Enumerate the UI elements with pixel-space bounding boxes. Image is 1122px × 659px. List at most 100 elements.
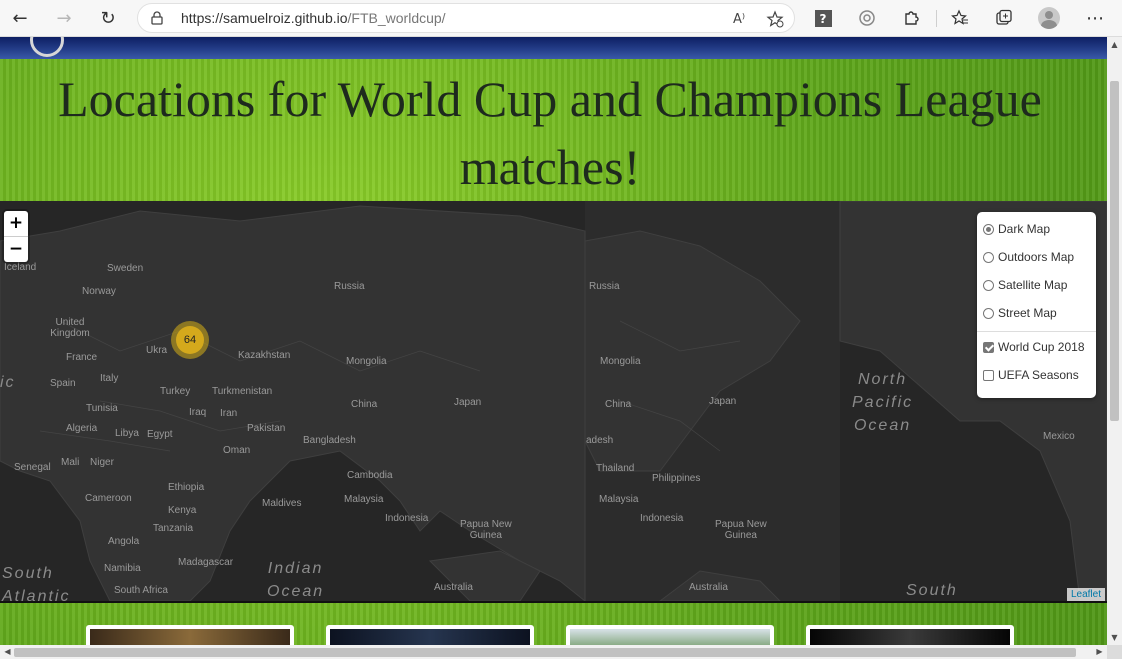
map-label: Mongolia	[346, 356, 387, 367]
ball-image	[30, 37, 64, 57]
map-label: Russia	[334, 281, 365, 292]
card-image	[90, 629, 290, 645]
map-label: Indonesia	[640, 513, 684, 524]
radio-button[interactable]	[983, 307, 994, 319]
map-label: China	[351, 399, 378, 410]
scroll-left-arrow[interactable]: ◀	[0, 645, 15, 659]
map-label: Madagascar	[178, 557, 234, 568]
checkbox[interactable]	[983, 369, 994, 381]
forward-icon[interactable]: →	[49, 4, 79, 32]
scroll-thumb[interactable]	[1110, 81, 1119, 421]
back-icon[interactable]: ←	[5, 4, 35, 32]
map-label: Oman	[223, 445, 251, 456]
map-label: United Kingdom	[50, 317, 90, 339]
favorites-icon[interactable]	[945, 4, 975, 32]
image-card[interactable]	[566, 625, 774, 645]
map-label: Maldives	[262, 498, 302, 509]
vertical-scrollbar[interactable]: ▲ ▼	[1107, 37, 1122, 645]
layer-label: Satellite Map	[998, 278, 1068, 292]
layer-street-map[interactable]: Street Map	[983, 305, 1057, 321]
map-label: France	[66, 352, 98, 363]
layer-label: Dark Map	[998, 222, 1051, 236]
layer-outdoors-map[interactable]: Outdoors Map	[983, 249, 1074, 265]
address-bar[interactable]: https://samuelroiz.github.io/FTB_worldcu…	[137, 3, 795, 33]
map-label: Iceland	[4, 262, 37, 273]
extensions-puzzle-icon[interactable]	[896, 4, 926, 32]
help-extension-icon[interactable]: ?	[808, 4, 838, 32]
radio-button[interactable]	[983, 251, 994, 263]
map-label: Sweden	[107, 263, 144, 274]
extension-circle-icon[interactable]	[852, 4, 882, 32]
map-label: Papua New Guinea	[715, 519, 767, 541]
leaflet-attribution-link[interactable]: Leaflet	[1066, 588, 1105, 601]
image-card[interactable]	[326, 625, 534, 645]
overlay-world-cup-2018[interactable]: World Cup 2018	[983, 339, 1085, 355]
map-label: Namibia	[104, 563, 141, 574]
map-label: Russia	[589, 281, 620, 292]
map-label: Malaysia	[599, 494, 639, 505]
map-label: Papua New Guinea	[460, 519, 512, 541]
lock-icon[interactable]	[151, 11, 163, 25]
zoom-in-button[interactable]: +	[4, 211, 28, 237]
map-label: Algeria	[66, 423, 98, 434]
page-content: Locations for World Cup and Champions Le…	[0, 37, 1107, 645]
ocean-label: North Pacific Ocean	[852, 371, 914, 434]
map-label: Thailand	[596, 463, 635, 474]
overlay-uefa-seasons[interactable]: UEFA Seasons	[983, 367, 1079, 383]
map-label: Ukra	[146, 345, 168, 356]
read-aloud-icon[interactable]: A⁾	[728, 9, 750, 29]
map-label: Egypt	[147, 429, 173, 440]
map-label: Tunisia	[86, 403, 118, 414]
scroll-down-arrow[interactable]: ▼	[1107, 630, 1122, 645]
scroll-right-arrow[interactable]: ▶	[1092, 645, 1107, 659]
collections-icon[interactable]	[989, 4, 1019, 32]
ocean-label: ic	[0, 374, 16, 391]
map-label: Pakistan	[247, 423, 286, 434]
marker-cluster[interactable]: 64	[171, 321, 209, 359]
map-landmass	[0, 201, 1107, 601]
map-label: Italy	[100, 373, 119, 384]
card-image	[570, 629, 770, 645]
image-card[interactable]	[86, 625, 294, 645]
horizontal-scrollbar[interactable]: ◀ ▶	[0, 645, 1107, 659]
url-text[interactable]: https://samuelroiz.github.io/FTB_worldcu…	[181, 10, 446, 26]
radio-button[interactable]	[983, 279, 994, 291]
zoom-control: + −	[4, 211, 28, 262]
profile-avatar[interactable]	[1038, 7, 1060, 29]
checkbox[interactable]	[983, 341, 994, 353]
more-menu-icon[interactable]: ⋯	[1080, 4, 1110, 32]
map-label: Bangladesh	[303, 435, 356, 446]
map-label: Kenya	[168, 505, 197, 516]
page-title: Locations for World Cup and Champions Le…	[58, 71, 1042, 195]
leaflet-map[interactable]: Iceland Sweden Norway United Kingdom Fra…	[0, 201, 1107, 603]
refresh-icon[interactable]: ↻	[93, 4, 123, 32]
browser-toolbar: ← → ↻ https://samuelroiz.github.io/FTB_w…	[0, 0, 1122, 37]
map-label: adesh	[586, 435, 614, 446]
map-label: Iran	[220, 408, 238, 419]
map-label: Cambodia	[347, 470, 393, 481]
map-label: China	[605, 399, 632, 410]
layer-satellite-map[interactable]: Satellite Map	[983, 277, 1067, 293]
image-card[interactable]	[806, 625, 1014, 645]
map-label: Spain	[50, 378, 76, 389]
layer-divider	[977, 331, 1096, 332]
map-label: Australia	[689, 582, 728, 593]
favorite-star-icon[interactable]	[764, 9, 786, 29]
map-label: Iraq	[189, 407, 207, 418]
map-label: Malaysia	[344, 494, 384, 505]
scroll-up-arrow[interactable]: ▲	[1107, 37, 1122, 52]
toolbar-separator	[936, 10, 937, 27]
zoom-out-button[interactable]: −	[4, 237, 28, 262]
ocean-label: South Atlantic	[2, 565, 71, 603]
map-label: Mexico	[1043, 431, 1075, 442]
layer-dark-map[interactable]: Dark Map	[983, 221, 1050, 237]
map-label: Mongolia	[600, 356, 641, 367]
map-label: South Africa	[114, 585, 168, 596]
radio-button[interactable]	[983, 223, 994, 235]
map-label: Japan	[454, 397, 482, 408]
scroll-thumb[interactable]	[14, 648, 1076, 657]
map-label: Norway	[82, 286, 116, 297]
map-label: Australia	[434, 582, 473, 593]
map-label: Tanzania	[153, 523, 194, 534]
map-label: Niger	[90, 457, 114, 468]
